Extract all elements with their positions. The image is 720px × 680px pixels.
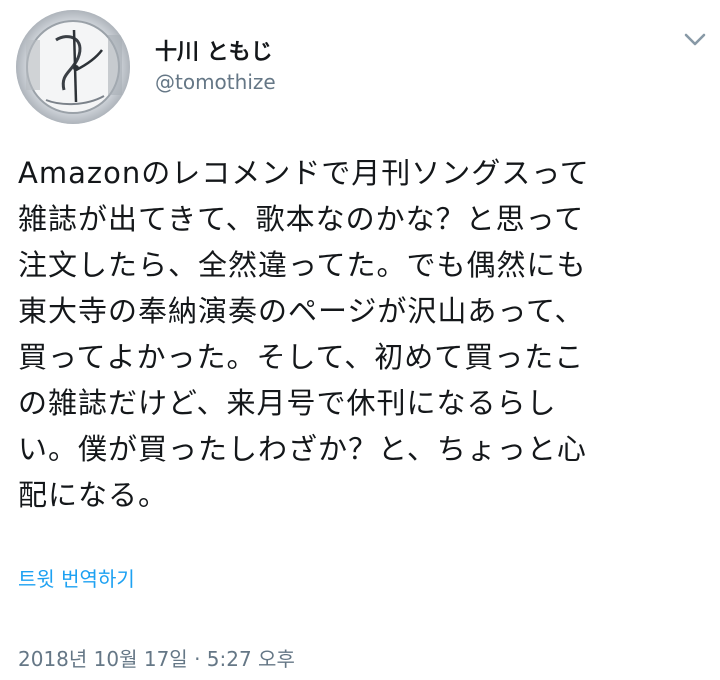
tweet-text: Amazonのレコメンドで月刊ソングスって 雑誌が出てきて、歌本なのかな？と思っ…	[18, 156, 590, 512]
tweet-menu-button[interactable]	[680, 28, 710, 52]
avatar[interactable]	[16, 10, 130, 124]
tweet-timestamp[interactable]: 2018년 10월 17일 · 5:27 오후	[18, 643, 295, 672]
chevron-down-icon	[684, 33, 706, 46]
author-handle[interactable]: @tomothize	[155, 70, 276, 94]
clock-avatar-icon	[16, 10, 130, 124]
tweet-card: 十川 ともじ @tomothize Amazonのレコメンドで月刊ソングスって …	[0, 0, 720, 680]
translate-tweet-link[interactable]: 트윗 번역하기	[18, 563, 135, 592]
author-display-name[interactable]: 十川 ともじ	[155, 34, 273, 66]
